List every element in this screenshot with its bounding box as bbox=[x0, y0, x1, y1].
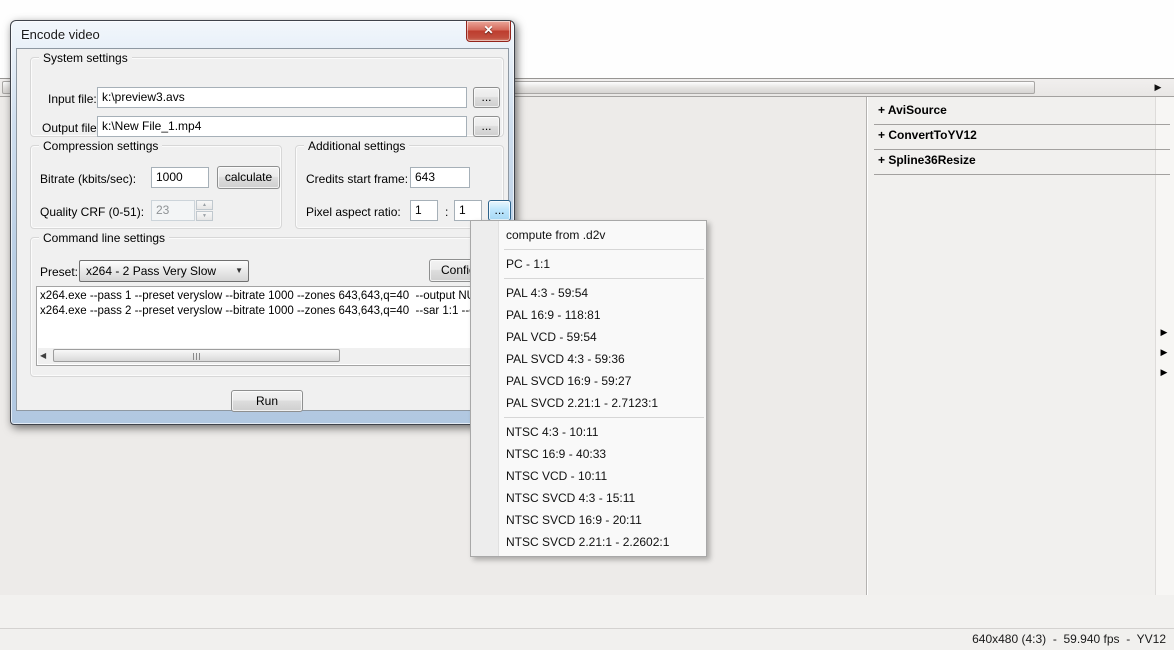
command-text: x264.exe --pass 1 --preset veryslow --bi… bbox=[40, 290, 488, 317]
seek-slider-area bbox=[0, 595, 1174, 628]
menu-item[interactable]: PAL SVCD 4:3 - 59:36 bbox=[471, 348, 706, 370]
panel-divider bbox=[866, 97, 867, 597]
group-system-settings: System settings Input file: k:\preview3.… bbox=[30, 51, 504, 137]
command-scrollbar[interactable]: ◀ bbox=[38, 348, 497, 364]
run-button[interactable]: Run bbox=[231, 390, 303, 412]
filter-item[interactable]: + ConvertToYV12 bbox=[874, 125, 1170, 150]
calculate-button[interactable]: calculate bbox=[217, 166, 280, 189]
menu-separator bbox=[504, 249, 704, 250]
menu-item[interactable]: NTSC 4:3 - 10:11 bbox=[471, 421, 706, 443]
status-bar: 640x480 (4:3) - 59.940 fps - YV12 bbox=[0, 628, 1174, 650]
menu-item[interactable]: PAL 16:9 - 118:81 bbox=[471, 304, 706, 326]
menu-item[interactable]: NTSC VCD - 10:11 bbox=[471, 465, 706, 487]
credits-field[interactable]: 643 bbox=[410, 167, 470, 188]
par-label: Pixel aspect ratio: bbox=[306, 205, 401, 219]
input-file-label: Input file: bbox=[48, 92, 97, 106]
input-browse-button[interactable]: ... bbox=[473, 87, 500, 108]
encode-video-dialog: Encode video ✕ System settings Input fil… bbox=[10, 20, 515, 425]
input-file-field[interactable]: k:\preview3.avs bbox=[97, 87, 467, 108]
menu-item[interactable]: NTSC SVCD 16:9 - 20:11 bbox=[471, 509, 706, 531]
scroll-left-icon[interactable]: ◀ bbox=[40, 351, 46, 360]
scroll-right-icon[interactable]: ▶ bbox=[1150, 80, 1166, 95]
menu-item[interactable]: compute from .d2v bbox=[471, 224, 706, 246]
filter-list: + AviSource + ConvertToYV12 + Spline36Resi… bbox=[874, 100, 1170, 175]
group-label: Command line settings bbox=[39, 231, 170, 245]
menu-item[interactable]: PAL 4:3 - 59:54 bbox=[471, 282, 706, 304]
command-line-box[interactable]: x264.exe --pass 1 --preset veryslow --bi… bbox=[36, 286, 499, 366]
dialog-content: System settings Input file: k:\preview3.… bbox=[16, 48, 511, 412]
menu-item[interactable]: PAL VCD - 59:54 bbox=[471, 326, 706, 348]
par-browse-button[interactable]: ... bbox=[488, 200, 511, 221]
output-file-field[interactable]: k:\New File_1.mp4 bbox=[97, 116, 467, 137]
crf-field[interactable]: 23 bbox=[151, 200, 195, 221]
chevron-down-icon: ▼ bbox=[235, 266, 243, 275]
menu-item[interactable]: NTSC SVCD 2.21:1 - 2.2602:1 bbox=[471, 531, 706, 553]
preset-dropdown[interactable]: x264 - 2 Pass Very Slow ▼ bbox=[79, 260, 249, 282]
expand-arrow-icon[interactable]: ▶ bbox=[1157, 362, 1171, 382]
group-commandline-settings: Command line settings Preset: x264 - 2 P… bbox=[30, 231, 504, 377]
par-colon: : bbox=[445, 205, 449, 219]
command-scrollbar-thumb[interactable] bbox=[53, 349, 340, 362]
group-compression-settings: Compression settings Bitrate (kbits/sec)… bbox=[30, 139, 282, 229]
par-x-field[interactable]: 1 bbox=[410, 200, 438, 221]
menu-item[interactable]: PAL SVCD 16:9 - 59:27 bbox=[471, 370, 706, 392]
menu-separator bbox=[504, 417, 704, 418]
menu-item[interactable]: PC - 1:1 bbox=[471, 253, 706, 275]
output-browse-button[interactable]: ... bbox=[473, 116, 500, 137]
par-menu-list: compute from .d2v PC - 1:1 PAL 4:3 - 59:54… bbox=[471, 224, 706, 553]
menu-item[interactable]: NTSC 16:9 - 40:33 bbox=[471, 443, 706, 465]
group-additional-settings: Additional settings Credits start frame:… bbox=[295, 139, 511, 229]
crf-spinner: ▲ ▼ bbox=[196, 200, 213, 221]
close-icon: ✕ bbox=[483, 23, 494, 37]
filter-item[interactable]: + AviSource bbox=[874, 100, 1170, 125]
expand-arrow-icon[interactable]: ▶ bbox=[1157, 322, 1171, 342]
preset-value: x264 - 2 Pass Very Slow bbox=[86, 264, 217, 278]
group-label: Compression settings bbox=[39, 139, 163, 153]
crf-label: Quality CRF (0-51): bbox=[40, 205, 145, 219]
preset-label: Preset: bbox=[40, 265, 79, 279]
spin-down-icon[interactable]: ▼ bbox=[196, 211, 213, 221]
spin-up-icon[interactable]: ▲ bbox=[196, 200, 213, 210]
bitrate-field[interactable]: 1000 bbox=[151, 167, 209, 188]
output-file-label: Output file: bbox=[42, 121, 101, 135]
group-label: Additional settings bbox=[304, 139, 410, 153]
edge-arrow-strip: ▶ ▶ ▶ bbox=[1157, 322, 1171, 382]
par-popup-menu: compute from .d2v PC - 1:1 PAL 4:3 - 59:54… bbox=[470, 220, 707, 557]
group-label: System settings bbox=[39, 51, 132, 65]
par-y-field[interactable]: 1 bbox=[454, 200, 482, 221]
menu-separator bbox=[504, 278, 704, 279]
menu-item[interactable]: PAL SVCD 2.21:1 - 2.7123:1 bbox=[471, 392, 706, 414]
app-window: ▶ + AviSource + ConvertToYV12 + Spline36Re… bbox=[0, 0, 1174, 650]
credits-label: Credits start frame: bbox=[306, 172, 409, 186]
close-button[interactable]: ✕ bbox=[466, 21, 511, 42]
video-info-status: 640x480 (4:3) - 59.940 fps - YV12 bbox=[972, 632, 1166, 646]
filter-item[interactable]: + Spline36Resize bbox=[874, 150, 1170, 175]
dialog-title: Encode video bbox=[21, 27, 100, 42]
expand-arrow-icon[interactable]: ▶ bbox=[1157, 342, 1171, 362]
menu-item[interactable]: NTSC SVCD 4:3 - 15:11 bbox=[471, 487, 706, 509]
bitrate-label: Bitrate (kbits/sec): bbox=[40, 172, 137, 186]
